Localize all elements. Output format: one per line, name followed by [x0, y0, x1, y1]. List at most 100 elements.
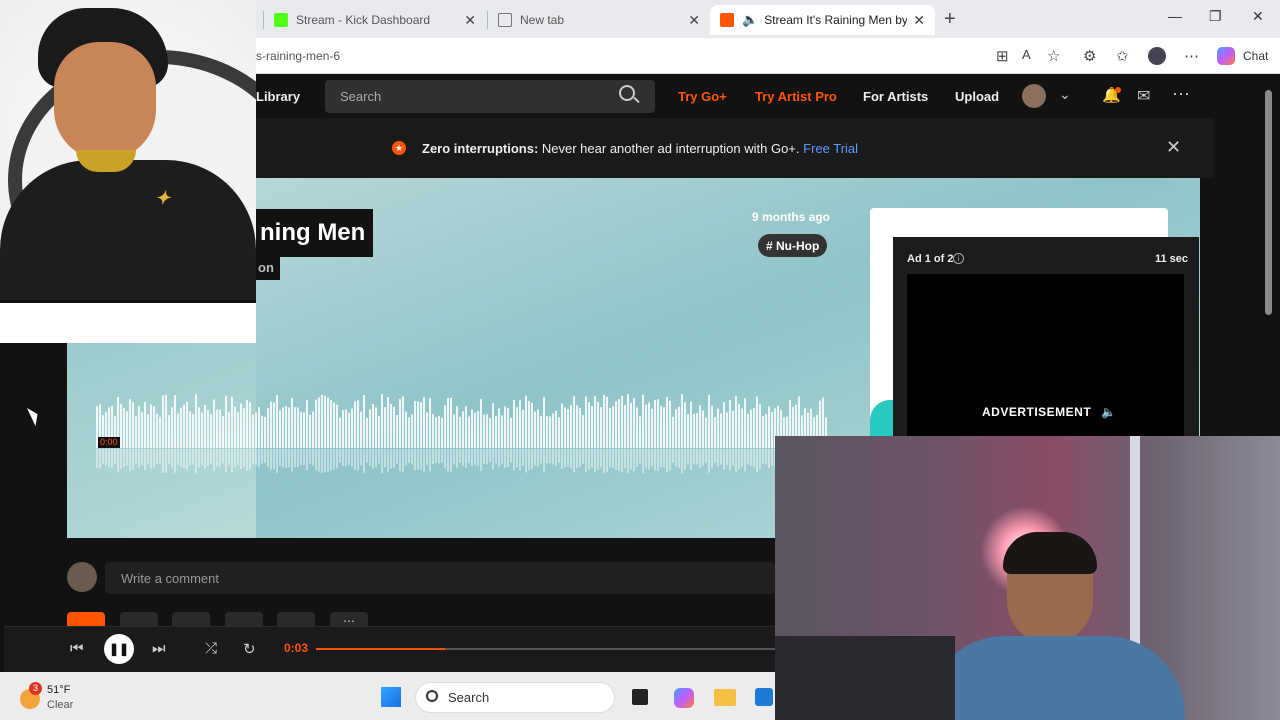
chat-label[interactable]: Chat	[1243, 49, 1268, 63]
waveform-bar	[498, 408, 500, 448]
extensions-icon[interactable]: ⚙	[1083, 47, 1096, 65]
messages-icon[interactable]: ✉	[1137, 86, 1150, 106]
copilot-icon[interactable]	[674, 688, 694, 708]
waveform-bar-reflection	[99, 449, 101, 469]
waveform-bar	[234, 406, 236, 448]
close-banner-icon[interactable]: ✕	[1166, 137, 1181, 158]
waveform-bar-reflection	[303, 449, 305, 466]
waveform-bar	[243, 408, 245, 448]
waveform-bar	[318, 397, 320, 448]
repeat-icon[interactable]: ↻	[243, 640, 256, 658]
more-actions-button[interactable]: ⋯	[330, 612, 368, 628]
waveform-bar-reflection	[459, 449, 461, 464]
waveform-bar	[258, 407, 260, 448]
waveform-bar	[342, 410, 344, 448]
share-button[interactable]	[172, 612, 210, 626]
comment-input[interactable]: Write a comment	[105, 562, 775, 594]
waveform-bar	[411, 414, 413, 448]
favorite-star-icon[interactable]: ☆	[1047, 47, 1060, 65]
waveform-bar	[291, 397, 293, 448]
waveform-bar-reflection	[246, 449, 248, 471]
search-icon[interactable]	[619, 85, 635, 101]
chevron-down-icon[interactable]: ⌄	[1059, 86, 1071, 103]
windows-start-icon[interactable]	[381, 687, 401, 707]
tab-new-tab[interactable]: New tab ✕	[488, 5, 710, 35]
tab-kick-dashboard[interactable]: Stream - Kick Dashboard ✕	[264, 5, 486, 35]
more-menu-icon[interactable]: ⋯	[1184, 47, 1199, 65]
file-explorer-icon[interactable]	[714, 689, 736, 706]
try-go-plus-link[interactable]: Try Go+	[678, 89, 727, 104]
waveform[interactable]	[96, 380, 831, 480]
waveform-bar	[261, 415, 263, 448]
new-tab-button[interactable]: +	[944, 8, 956, 31]
waveform-bar	[477, 410, 479, 448]
close-icon[interactable]: ✕	[913, 12, 925, 29]
app-available-icon[interactable]: ⊞	[996, 47, 1009, 65]
store-icon[interactable]	[755, 688, 773, 706]
waveform-bar-reflection	[282, 449, 284, 468]
waveform-bar	[678, 406, 680, 448]
waveform-bar-reflection	[96, 449, 98, 468]
close-icon[interactable]: ✕	[464, 12, 476, 29]
profile-avatar[interactable]	[1148, 47, 1166, 65]
maximize-button[interactable]: ❐	[1209, 8, 1222, 25]
waveform-bar-reflection	[696, 449, 698, 465]
waveform-bar	[156, 413, 158, 448]
free-trial-link[interactable]: Free Trial	[803, 141, 858, 156]
read-aloud-icon[interactable]: A	[1022, 47, 1031, 62]
banner-message: Zero interruptions: Never hear another a…	[422, 141, 858, 156]
favorites-icon[interactable]: ✩	[1116, 47, 1129, 65]
waveform-bar	[402, 396, 404, 448]
close-icon[interactable]: ✕	[688, 12, 700, 29]
speaker-icon[interactable]: 🔈	[1101, 405, 1116, 419]
waveform-bar-reflection	[318, 449, 320, 472]
next-track-icon[interactable]: ⏭	[152, 640, 166, 657]
waveform-bar-reflection	[339, 449, 341, 463]
more-options-icon[interactable]: ⋯	[1172, 84, 1190, 105]
copilot-icon[interactable]	[1217, 47, 1235, 65]
previous-track-icon[interactable]: ⏮	[70, 640, 84, 657]
waveform-bar	[279, 410, 281, 448]
avatar-face	[54, 42, 156, 160]
waveform-bar-reflection	[651, 449, 653, 467]
nav-library[interactable]: Library	[256, 89, 300, 104]
waveform-bar	[660, 405, 662, 448]
upload-link[interactable]: Upload	[955, 89, 999, 104]
tab-soundcloud[interactable]: 🔈 Stream It's Raining Men by Jr. ✕	[710, 5, 935, 35]
waveform-bar	[366, 417, 368, 448]
waveform-bar-reflection	[378, 449, 380, 464]
waveform-bar	[372, 403, 374, 448]
waveform-bar	[459, 416, 461, 448]
task-view-icon[interactable]	[632, 689, 648, 705]
speaker-icon[interactable]: 🔈	[742, 12, 758, 28]
waveform-bar-reflection	[159, 449, 161, 464]
info-icon[interactable]: i	[953, 253, 964, 264]
waveform-bar	[195, 394, 197, 448]
close-window-button[interactable]: ✕	[1252, 8, 1264, 25]
taskbar-search[interactable]	[415, 682, 615, 713]
user-avatar[interactable]	[1022, 84, 1046, 108]
waveform-bar-reflection	[294, 449, 296, 468]
waveform-bar-reflection	[438, 449, 440, 464]
waveform-bar	[762, 415, 764, 448]
weather-temperature[interactable]: 51°F	[47, 684, 70, 696]
track-artist[interactable]: on	[256, 256, 280, 280]
waveform-bar-reflection	[168, 449, 170, 464]
repost-button[interactable]	[120, 612, 158, 626]
waveform-bar	[363, 395, 365, 448]
like-button[interactable]	[67, 612, 105, 626]
try-artist-pro-link[interactable]: Try Artist Pro	[755, 89, 837, 104]
copy-link-button[interactable]	[225, 612, 263, 626]
waveform-bar-reflection	[498, 449, 500, 467]
waveform-bar	[426, 412, 428, 448]
minimize-button[interactable]: —	[1168, 8, 1182, 24]
waveform-bar	[396, 414, 398, 448]
waveform-bar-reflection	[750, 449, 752, 467]
for-artists-link[interactable]: For Artists	[863, 89, 928, 104]
pause-button[interactable]: ❚❚	[104, 634, 134, 664]
add-to-playlist-button[interactable]	[277, 612, 315, 626]
waveform-bar	[585, 396, 587, 448]
shuffle-icon[interactable]: ⤮	[205, 640, 217, 657]
genre-tag[interactable]: # Nu-Hop	[758, 234, 828, 257]
page-scrollbar[interactable]	[1265, 90, 1272, 315]
